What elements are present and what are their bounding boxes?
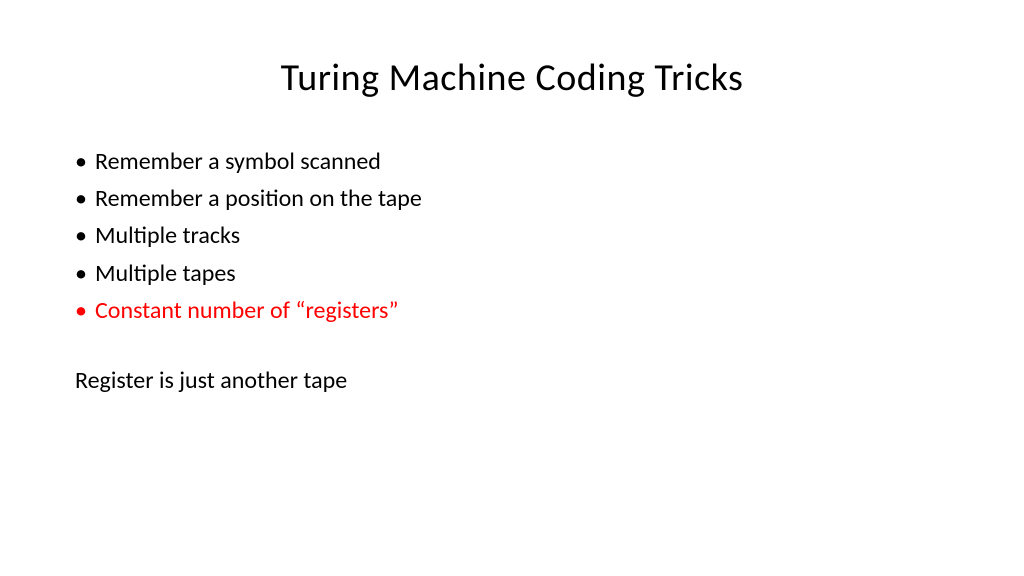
slide-container: Turing Machine Coding Tricks Remember a … [0, 0, 1024, 576]
bullet-list: Remember a symbol scanned Remember a pos… [75, 143, 964, 329]
bullet-item: Remember a symbol scanned [75, 143, 964, 180]
slide-title: Turing Machine Coding Tricks [60, 55, 964, 101]
bullet-item: Multiple tapes [75, 255, 964, 292]
slide-content: Remember a symbol scanned Remember a pos… [60, 143, 964, 395]
slide-footer-text: Register is just another tape [75, 366, 964, 395]
bullet-item-highlighted: Constant number of “registers” [75, 292, 964, 329]
bullet-item: Multiple tracks [75, 217, 964, 254]
bullet-item: Remember a position on the tape [75, 180, 964, 217]
